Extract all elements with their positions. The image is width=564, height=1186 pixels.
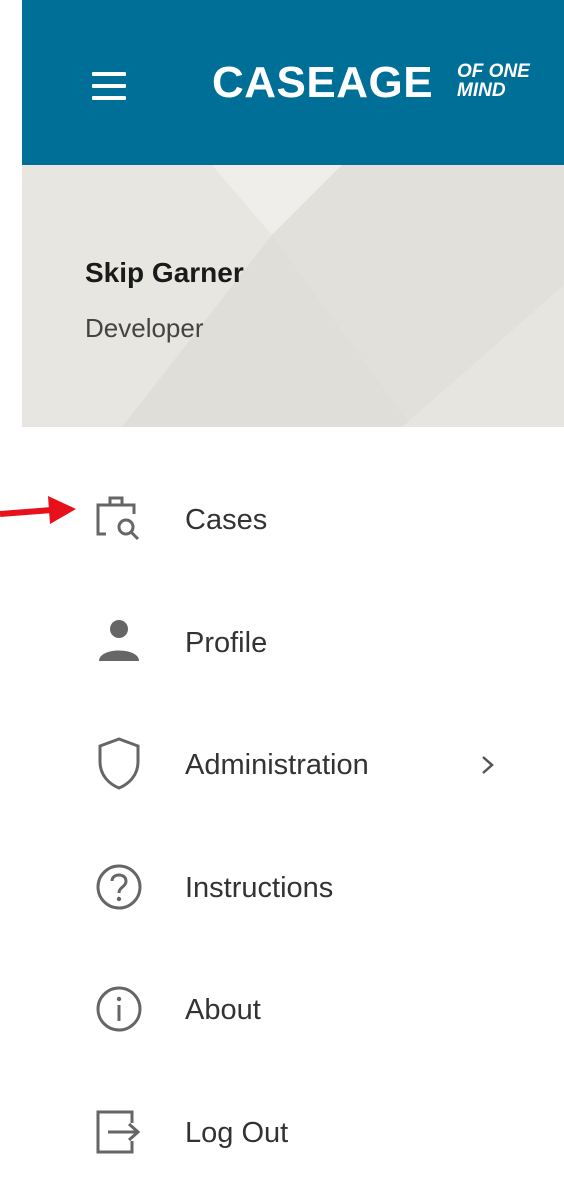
chevron-right-icon — [482, 756, 494, 774]
profile-background-pattern — [122, 165, 564, 427]
shield-icon — [98, 737, 140, 790]
brand-tagline: OF ONE MIND — [457, 62, 557, 100]
nav-item-instructions[interactable]: Instructions — [0, 828, 564, 938]
person-icon — [99, 620, 139, 661]
nav-label-log-out: Log Out — [185, 1117, 289, 1149]
nav-item-about[interactable]: About — [0, 950, 564, 1060]
app-header: CASEAGE OF ONE MIND — [22, 0, 564, 165]
hamburger-menu-icon[interactable] — [92, 72, 126, 100]
user-role: Developer — [85, 313, 204, 343]
tagline-line-1: OF ONE — [457, 61, 530, 82]
nav-item-log-out[interactable]: Log Out — [0, 1073, 564, 1183]
logout-icon — [96, 1110, 141, 1154]
navigation-drawer: CASEAGE OF ONE MIND Skip Garner Develope… — [0, 0, 564, 1186]
nav-item-cases[interactable]: Cases — [0, 460, 564, 570]
nav-label-administration: Administration — [185, 749, 369, 781]
nav-label-cases: Cases — [185, 504, 268, 536]
tagline-line-2: MIND — [457, 80, 506, 101]
info-circle-icon — [96, 986, 142, 1032]
nav-label-instructions: Instructions — [185, 872, 334, 904]
case-search-icon — [96, 496, 140, 541]
user-name: Skip Garner — [85, 257, 244, 288]
nav-item-profile[interactable]: Profile — [0, 583, 564, 693]
user-profile-panel: Skip Garner Developer — [22, 165, 564, 427]
nav-label-about: About — [185, 994, 261, 1026]
nav-item-administration[interactable]: Administration — [0, 705, 564, 815]
brand-logo: CASEAGE — [212, 58, 434, 107]
nav-label-profile: Profile — [185, 627, 268, 659]
question-circle-icon — [96, 864, 142, 910]
